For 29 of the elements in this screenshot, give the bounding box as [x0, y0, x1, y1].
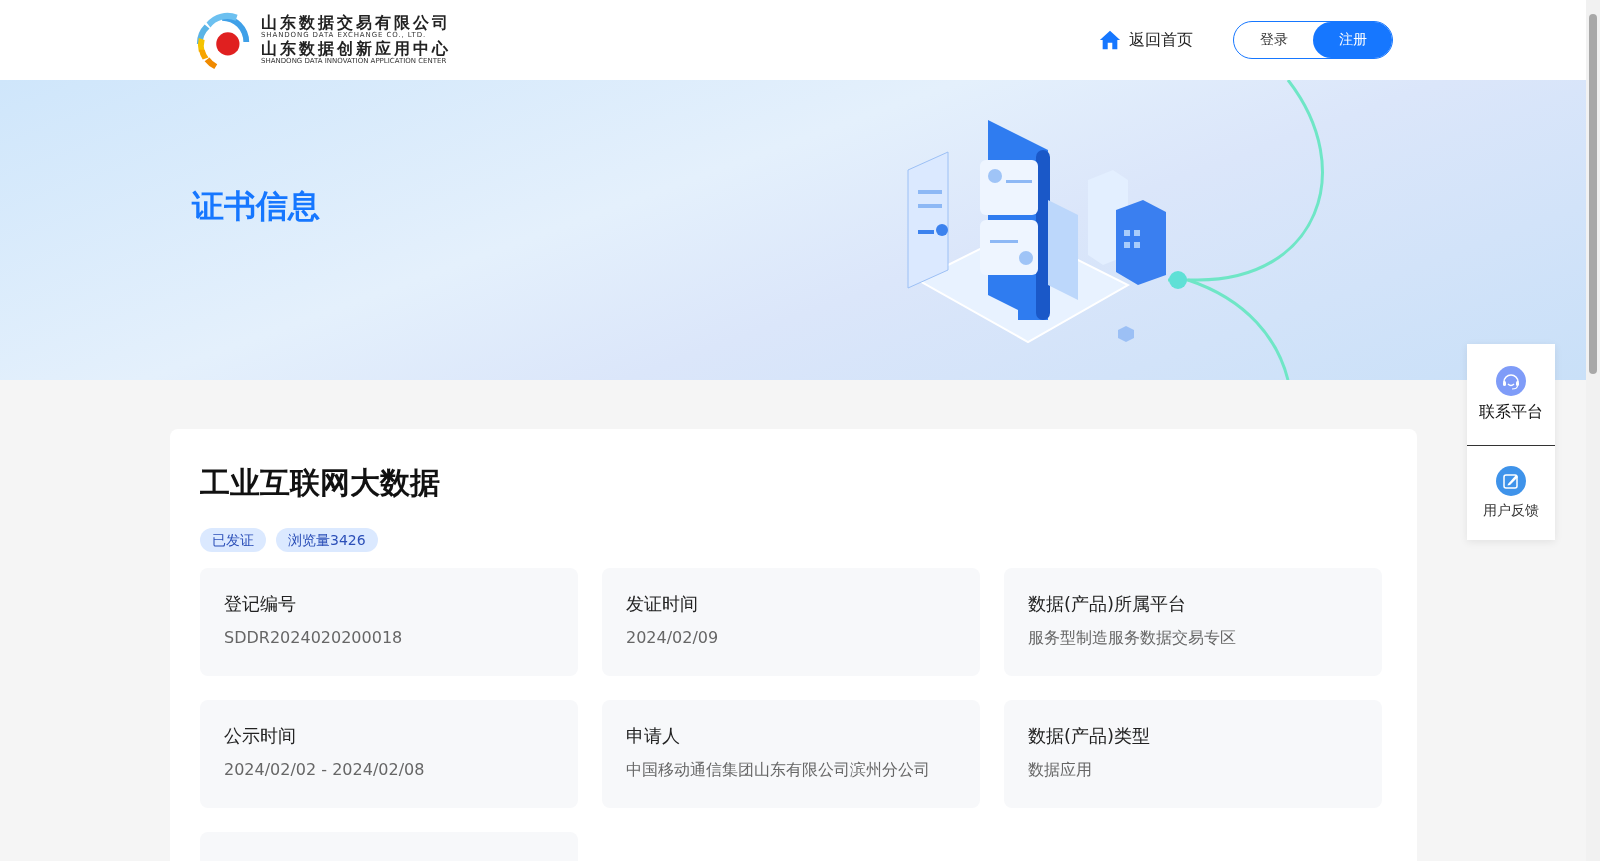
field-value: 数据应用	[1028, 760, 1093, 781]
center-name: 山东数据创新应用中心	[261, 40, 451, 57]
side-label: 用户反馈	[1483, 502, 1539, 520]
headset-icon	[1496, 366, 1526, 396]
edit-icon	[1496, 466, 1526, 496]
field-label: 发证时间	[626, 592, 699, 616]
certificate-title: 工业互联网大数据	[200, 464, 441, 502]
register-button[interactable]: 注册	[1313, 22, 1392, 58]
field-label: 数据(产品)所属平台	[1028, 592, 1188, 616]
field-label: 数据(产品)类型	[1028, 724, 1152, 748]
login-button[interactable]: 登录	[1234, 22, 1313, 58]
side-panel-item[interactable]: 联系平台	[1467, 344, 1555, 445]
tag: 已发证	[200, 528, 266, 552]
scrollbar[interactable]	[1586, 0, 1600, 861]
field-value: 2024/02/02 - 2024/02/08	[224, 760, 426, 779]
field-value: 服务型制造服务数据交易专区	[1028, 628, 1237, 649]
field-label: 申请人	[626, 724, 681, 748]
field-label: 登记编号	[224, 592, 297, 616]
company-name: 山东数据交易有限公司	[261, 14, 451, 31]
side-label: 联系平台	[1479, 402, 1543, 423]
field-value: 2024/02/09	[626, 628, 720, 647]
tag: 浏览量3426	[276, 528, 378, 552]
page-title: 证书信息	[192, 186, 321, 227]
home-link[interactable]: 返回首页	[1099, 29, 1193, 51]
field-value: SDDR2024020200018	[224, 628, 404, 647]
home-icon	[1099, 29, 1121, 51]
side-panel-item[interactable]: 用户反馈	[1467, 445, 1555, 540]
field-value: 中国移动通信集团山东有限公司滨州分公司	[626, 760, 931, 781]
field-label: 公示时间	[224, 724, 297, 748]
